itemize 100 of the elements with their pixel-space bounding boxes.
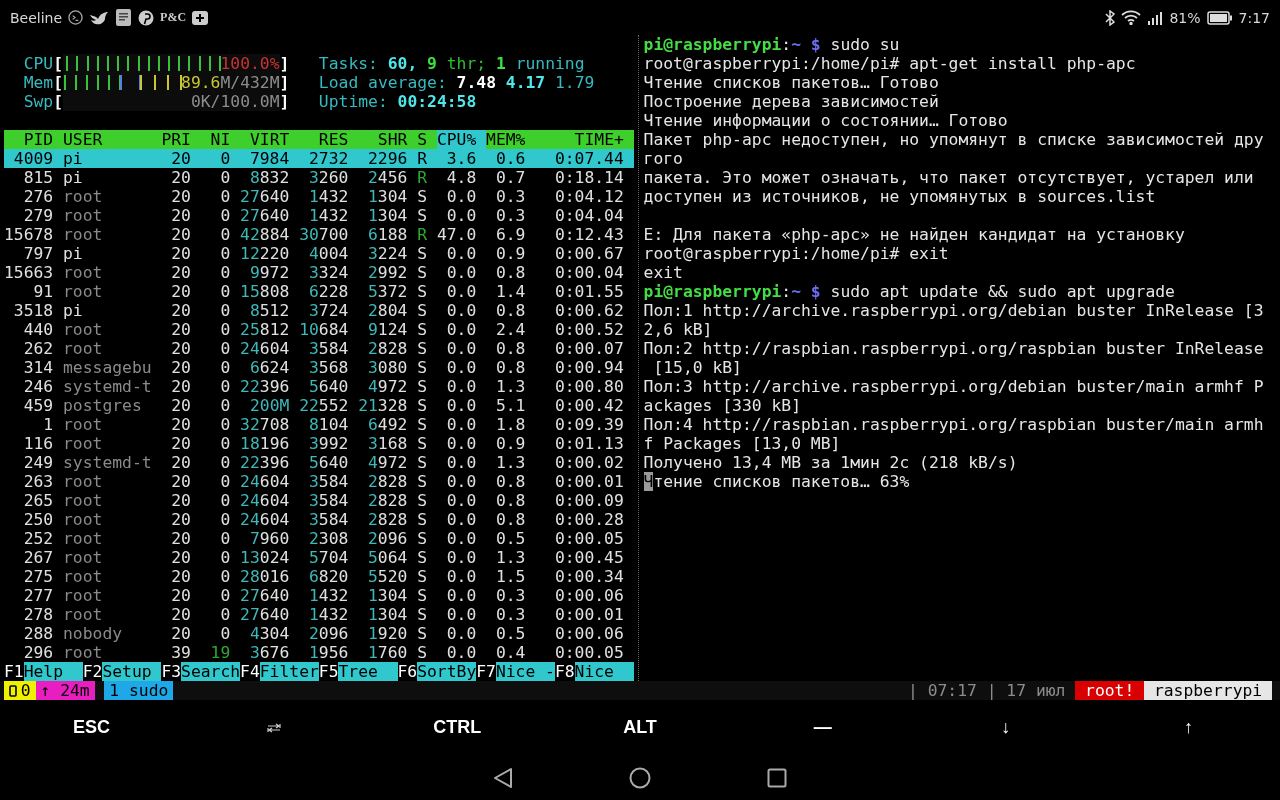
column-header[interactable]: SHR (358, 130, 418, 149)
tmux-status-segment: ↑ 24m (35, 681, 95, 700)
tab-icon[interactable] (267, 722, 282, 733)
process-row[interactable]: 275 root 20 0 28016 6820 5520 S 0.0 1.5 0:00.34 (4, 567, 634, 586)
column-header[interactable]: VIRT (240, 130, 300, 149)
process-row[interactable]: 277 root 20 0 27640 1432 1304 S 0.0 0.3 0:00.06 (4, 586, 634, 605)
table-cell-text: R (417, 168, 429, 187)
process-row[interactable]: 91 root 20 0 15808 6228 5372 S 0.0 1.4 0:01.55 (4, 282, 634, 301)
process-row[interactable]: 296 root 39 19 3676 1956 1760 S 0.0 0.4 0:00.05 (4, 643, 634, 662)
table-cell-text: 265 (22, 491, 55, 510)
table-cell-text: 20 (170, 567, 192, 586)
table-cell-text: 0.0 (445, 491, 478, 510)
table-cell-text: 0 (219, 168, 232, 187)
table-cell-text: 2296 (367, 149, 409, 168)
table-cell-text: 0.0 (445, 187, 478, 206)
process-row[interactable]: 249 systemd-t 20 0 22396 5640 4972 S 0.0 1.3 0:00.02 (4, 453, 634, 472)
recents-icon[interactable] (767, 767, 787, 788)
table-cell-text: 276 (22, 187, 55, 206)
table-cell-text: 13024 (240, 548, 291, 567)
table-cell-text: 0 (219, 453, 232, 472)
table-cell-text: 0.0 (445, 358, 478, 377)
column-header[interactable]: S (417, 130, 437, 149)
table-cell-text: root (63, 567, 104, 586)
table-cell-text: 2732 (307, 149, 350, 168)
back-icon[interactable] (493, 766, 513, 789)
column-header[interactable]: PRI (161, 130, 201, 149)
extra-key[interactable]: ↑ (1097, 700, 1280, 755)
extra-key[interactable]: ALT (548, 700, 732, 755)
extra-key[interactable]: ESC (0, 700, 183, 755)
column-header[interactable]: TIME+ (535, 130, 634, 149)
table-cell-text: 0 (219, 320, 232, 339)
function-key-button[interactable]: SortBy (417, 662, 477, 681)
table-cell-text: 6624 (248, 358, 291, 377)
table-cell-text: 0.6 (494, 149, 527, 168)
process-row[interactable]: 288 nobody 20 0 4304 2096 1920 S 0.0 0.5 0:00.06 (4, 624, 634, 643)
process-row[interactable]: 314 messagebu 20 0 6624 3568 3080 S 0.0 0.8 0:00.94 (4, 358, 634, 377)
table-cell-text: 1.3 (494, 377, 527, 396)
table-cell-text: 1432 (307, 605, 350, 624)
process-row[interactable]: 3518 pi 20 0 8512 3724 2804 S 0.0 0.8 0:00.62 (4, 301, 634, 320)
table-cell-text: 4972 (367, 453, 409, 472)
table-cell-text: 32708 (240, 415, 291, 434)
table-cell-text: 1432 (307, 187, 350, 206)
table-cell-text: 20 (170, 396, 192, 415)
process-row[interactable]: 1 root 20 0 32708 8104 6492 S 0.0 1.8 0:09.39 (4, 415, 634, 434)
meter-label: CPU (23, 54, 54, 73)
process-row[interactable]: 815 pi 20 0 8832 3260 2456 R 4.8 0.7 0:18.14 (4, 168, 634, 187)
process-row[interactable]: 252 root 20 0 7960 2308 2096 S 0.0 0.5 0:00.05 (4, 529, 634, 548)
column-header[interactable]: MEM% (486, 130, 536, 149)
table-cell-text: 815 (22, 168, 55, 187)
process-row[interactable]: 440 root 20 0 25812 10684 9124 S 0.0 2.4 0:00.52 (4, 320, 634, 339)
table-cell-text: 0.0 (445, 529, 478, 548)
table-cell-text: 0:07.44 (553, 149, 625, 168)
function-key-button[interactable]: Help (23, 662, 83, 681)
function-key-button[interactable]: Filter (259, 662, 319, 681)
function-key-button[interactable]: Search (181, 662, 241, 681)
meter-bracket: [ (53, 73, 64, 92)
column-header[interactable]: PID (4, 130, 64, 149)
process-row[interactable]: 278 root 20 0 27640 1432 1304 S 0.0 0.3 0:00.01 (4, 605, 634, 624)
process-row[interactable]: 262 root 20 0 24604 3584 2828 S 0.0 0.8 0:00.07 (4, 339, 634, 358)
table-cell-text: 0:00.01 (553, 472, 625, 491)
table-cell-text: 7960 (248, 529, 291, 548)
terminal-line: f Packages [13,0 MB] (643, 434, 841, 453)
meter-bracket: ] (279, 54, 290, 73)
process-row[interactable]: 267 root 20 0 13024 5704 5064 S 0.0 1.3 0:00.45 (4, 548, 634, 567)
process-row[interactable]: 263 root 20 0 24604 3584 2828 S 0.0 0.8 0:00.01 (4, 472, 634, 491)
function-key-button[interactable]: Nice (574, 662, 634, 681)
process-row[interactable]: 15678 root 20 0 42884 30700 6188 R 47.0 6.9 0:12.43 (4, 225, 634, 244)
column-header[interactable]: CPU% (436, 130, 487, 149)
process-row[interactable]: 4009 pi 20 0 7984 2732 2296 R 3.6 0.6 0:07.44 (4, 149, 634, 168)
process-row[interactable]: 246 systemd-t 20 0 22396 5640 4972 S 0.0 1.3 0:00.80 (4, 377, 634, 396)
process-row[interactable]: 797 pi 20 0 12220 4004 3224 S 0.0 0.9 0:00.67 (4, 244, 634, 263)
extra-key[interactable]: CTRL (365, 700, 549, 755)
table-cell-text: 2828 (367, 339, 409, 358)
process-row[interactable]: 116 root 20 0 18196 3992 3168 S 0.0 0.9 0:01.13 (4, 434, 634, 453)
home-icon[interactable] (629, 766, 651, 789)
carrier-name: Beeline (10, 9, 63, 26)
function-key-button[interactable]: Tree (338, 662, 398, 681)
extra-key[interactable]: ↓ (914, 700, 1098, 755)
table-cell-text: root (63, 472, 104, 491)
extra-key[interactable]: — (731, 700, 915, 755)
process-row[interactable]: 279 root 20 0 27640 1432 1304 S 0.0 0.3 0:04.04 (4, 206, 634, 225)
process-row[interactable]: 15663 root 20 0 9972 3324 2992 S 0.0 0.8 0:00.04 (4, 263, 634, 282)
terminal-line: пакета. Это может означать, что пакет отсутствует, устарел или (643, 168, 1254, 187)
table-cell-text: 1304 (367, 605, 409, 624)
terminal-line: Пол:3 http://archive.raspberrypi.org/debian buster/main armhf P (643, 377, 1264, 396)
table-cell-text: 3584 (307, 339, 350, 358)
bluetooth-icon (1105, 9, 1116, 26)
table-cell-text: 0:00.05 (553, 643, 625, 662)
table-cell-text: R (417, 149, 429, 168)
table-cell-text: S (417, 396, 429, 415)
process-row[interactable]: 265 root 20 0 24604 3584 2828 S 0.0 0.8 0:00.09 (4, 491, 634, 510)
column-header[interactable]: RES (299, 130, 359, 149)
process-row[interactable]: 459 postgres 20 0 200M 22552 21328 S 0.0 5.1 0:00.42 (4, 396, 634, 415)
table-cell-text: 3676 (248, 643, 291, 662)
process-row[interactable]: 250 root 20 0 24604 3584 2828 S 0.0 0.8 0:00.28 (4, 510, 634, 529)
function-key-button[interactable]: Nice - (495, 662, 555, 681)
function-key-button[interactable]: Setup (102, 662, 162, 681)
column-header[interactable]: NI (200, 130, 241, 149)
column-header[interactable]: USER (63, 130, 162, 149)
process-row[interactable]: 276 root 20 0 27640 1432 1304 S 0.0 0.3 0:04.12 (4, 187, 634, 206)
